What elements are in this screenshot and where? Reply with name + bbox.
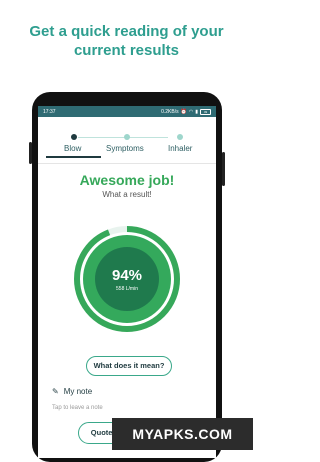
gauge-readout: 94% 558 L/min (72, 224, 182, 334)
my-note-label: My note (63, 387, 93, 396)
step-dot-symptoms[interactable] (124, 134, 130, 140)
what-does-it-mean-button[interactable]: What does it mean? (86, 356, 172, 376)
my-note-row[interactable]: ✎ My note (52, 387, 92, 396)
phone-side-button (222, 152, 225, 186)
headline-line-1: Get a quick reading of your (29, 23, 224, 40)
watermark-banner: MYAPKS.COM (112, 418, 253, 450)
result-subtitle: What a result! (102, 190, 152, 199)
app-screen: 17:37 0.2KB/s ⏰ ◠ ▮ 49 Blow Symptoms Inh… (38, 106, 216, 458)
status-icons: 0.2KB/s ⏰ ◠ ▮ 49 (161, 108, 211, 115)
stepper-track (78, 137, 168, 138)
note-input[interactable]: Tap to leave a note (52, 405, 103, 411)
result-title: Awesome job! (79, 172, 175, 188)
status-time: 17:37 (43, 108, 56, 115)
headline-line-2: current results (73, 42, 180, 59)
active-step-indicator (46, 156, 101, 158)
step-dot-inhaler[interactable] (177, 134, 183, 140)
flow-value: 558 L/min (116, 285, 138, 292)
promo-headline: Get a quick reading of your current resu… (0, 22, 253, 60)
step-label-symptoms[interactable]: Symptoms (106, 144, 144, 153)
step-label-inhaler[interactable]: Inhaler (168, 144, 192, 153)
progress-stepper: Blow Symptoms Inhaler (38, 130, 216, 160)
step-label-blow[interactable]: Blow (64, 144, 81, 153)
pencil-icon: ✎ (52, 387, 59, 396)
header-divider (38, 163, 216, 164)
phone-frame: 17:37 0.2KB/s ⏰ ◠ ▮ 49 Blow Symptoms Inh… (29, 92, 225, 462)
status-bar: 17:37 0.2KB/s ⏰ ◠ ▮ 49 (38, 106, 216, 117)
phone-volume-button (29, 142, 32, 164)
step-dot-blow[interactable] (71, 134, 77, 140)
wifi-icon: ◠ (188, 108, 194, 115)
alarm-icon: ⏰ (180, 108, 187, 115)
percent-value: 94% (111, 266, 143, 284)
status-speed: 0.2KB/s (161, 108, 179, 115)
peak-flow-gauge: 94% 558 L/min (72, 224, 182, 334)
signal-icon: ▮ (195, 108, 198, 115)
battery-icon: 49 (200, 108, 211, 115)
